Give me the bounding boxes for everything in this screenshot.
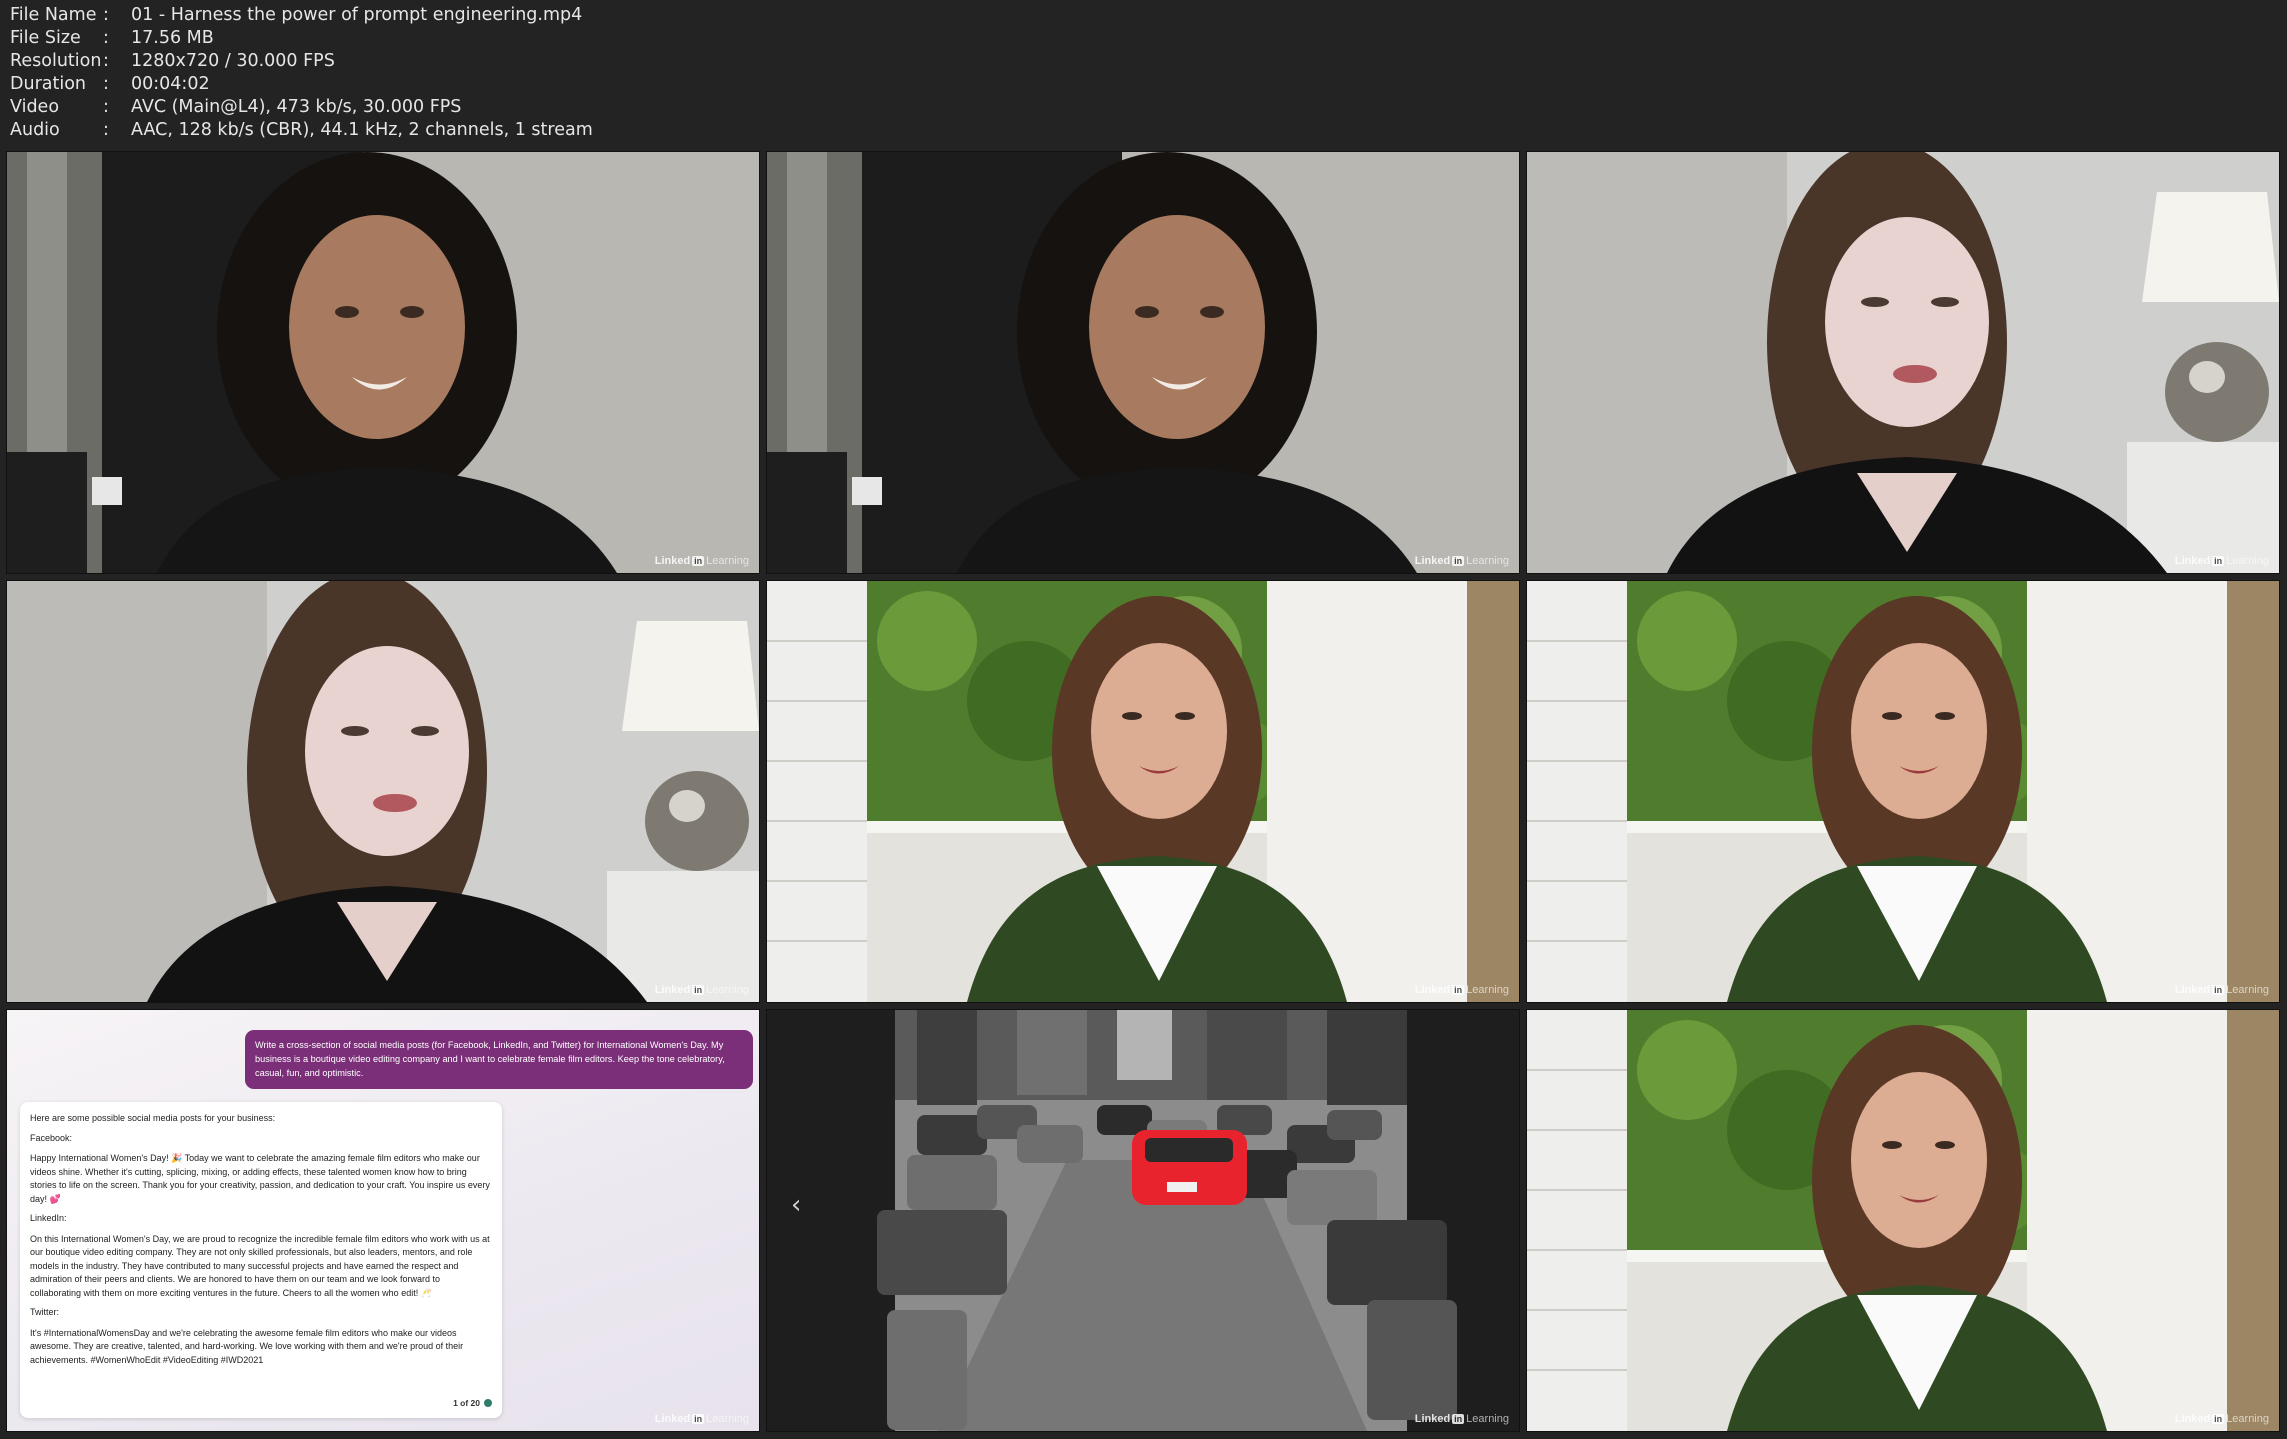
twitter-heading: Twitter:	[30, 1307, 60, 1317]
linkedin-logo-icon: in	[2212, 556, 2225, 566]
facebook-post: Happy International Women's Day! 🎉 Today…	[30, 1153, 490, 1204]
watermark-linked: Linked	[2174, 984, 2211, 996]
info-key: Duration	[10, 74, 87, 94]
watermark-linked: Linked	[1414, 984, 1451, 996]
info-key: Audio	[10, 120, 60, 140]
thumbnail-3[interactable]: Linked in Learning	[1526, 151, 2280, 574]
linkedin-learning-watermark: Linked in Learning	[1415, 984, 1509, 996]
video-frame	[767, 152, 1519, 573]
info-row: Resolution: 1280x720 / 30.000 FPS	[10, 50, 593, 73]
linkedin-learning-watermark: Linked in Learning	[655, 1413, 749, 1425]
linkedin-logo-icon: in	[1452, 556, 1465, 566]
info-value: 1280x720 / 30.000 FPS	[131, 51, 335, 71]
info-key: File Size	[10, 28, 81, 48]
watermark-linked: Linked	[654, 984, 691, 996]
thumbnail-7-chat[interactable]: Write a cross-section of social media po…	[6, 1009, 760, 1432]
watermark-learning: Learning	[2226, 984, 2269, 996]
response-pager[interactable]: 1 of 20	[453, 1397, 492, 1411]
thumbnail-9[interactable]: Linked in Learning	[1526, 1009, 2280, 1432]
linkedin-learning-watermark: Linked in Learning	[655, 555, 749, 567]
video-frame	[1527, 152, 2279, 573]
watermark-linked: Linked	[2174, 1413, 2211, 1425]
info-separator: :	[103, 97, 109, 117]
watermark-learning: Learning	[1466, 1413, 1509, 1425]
linkedin-logo-icon: in	[692, 1414, 705, 1424]
watermark-learning: Learning	[1466, 984, 1509, 996]
linkedin-learning-watermark: Linked in Learning	[2175, 555, 2269, 567]
twitter-post: It's #InternationalWomensDay and we're c…	[30, 1327, 464, 1365]
video-frame	[767, 581, 1519, 1002]
linkedin-logo-icon: in	[2212, 1414, 2225, 1424]
video-frame	[1527, 1010, 2279, 1431]
info-separator: :	[103, 5, 109, 25]
info-separator: :	[103, 74, 109, 94]
watermark-learning: Learning	[2226, 1413, 2269, 1425]
status-dot-icon	[484, 1399, 492, 1408]
info-row: Video: AVC (Main@L4), 473 kb/s, 30.000 FP…	[10, 96, 593, 119]
thumbnail-4[interactable]: Linked in Learning	[6, 580, 760, 1003]
watermark-linked: Linked	[654, 555, 691, 567]
pager-label: 1 of 20	[453, 1397, 480, 1408]
linkedin-learning-watermark: Linked in Learning	[655, 984, 749, 996]
video-frame	[767, 1010, 1519, 1431]
linkedin-logo-icon: in	[692, 556, 705, 566]
info-row: Duration: 00:04:02	[10, 73, 593, 96]
linkedin-post: On this International Women's Day, we ar…	[30, 1233, 490, 1298]
answer-intro: Here are some possible social media post…	[30, 1113, 276, 1123]
linkedin-learning-watermark: Linked in Learning	[1415, 555, 1509, 567]
watermark-linked: Linked	[1414, 1413, 1451, 1425]
info-value: AAC, 128 kb/s (CBR), 44.1 kHz, 2 channel…	[131, 120, 593, 140]
chevron-left-icon[interactable]: ‹	[791, 1190, 801, 1220]
linkedin-learning-watermark: Linked in Learning	[2175, 1413, 2269, 1425]
watermark-learning: Learning	[2226, 555, 2269, 567]
watermark-learning: Learning	[706, 984, 749, 996]
video-frame	[7, 152, 759, 573]
file-info-panel: File Name: 01 - Harness the power of prom…	[10, 4, 593, 142]
linkedin-learning-watermark: Linked in Learning	[1415, 1413, 1509, 1425]
watermark-linked: Linked	[654, 1413, 691, 1425]
info-key: Resolution	[10, 51, 102, 71]
video-frame	[7, 581, 759, 1002]
info-key: Video	[10, 97, 60, 117]
info-row: File Size: 17.56 MB	[10, 27, 593, 50]
linkedin-logo-icon: in	[1452, 985, 1465, 995]
prompt-bubble: Write a cross-section of social media po…	[245, 1030, 753, 1089]
watermark-learning: Learning	[706, 555, 749, 567]
info-value: 01 - Harness the power of prompt enginee…	[131, 5, 583, 25]
thumbnail-2[interactable]: Linked in Learning	[766, 151, 1520, 574]
watermark-linked: Linked	[2174, 555, 2211, 567]
thumbnail-6[interactable]: Linked in Learning	[1526, 580, 2280, 1003]
linkedin-heading: LinkedIn:	[30, 1213, 67, 1223]
info-separator: :	[103, 120, 109, 140]
info-row: Audio: AAC, 128 kb/s (CBR), 44.1 kHz, 2 c…	[10, 119, 593, 142]
facebook-heading: Facebook:	[30, 1132, 73, 1143]
info-separator: :	[103, 51, 109, 71]
thumbnail-8-street[interactable]: Linked in Learning ‹	[766, 1009, 1520, 1432]
watermark-learning: Learning	[706, 1413, 749, 1425]
info-separator: :	[103, 28, 109, 48]
answer-card: Here are some possible social media post…	[20, 1102, 502, 1418]
info-value: 17.56 MB	[131, 28, 214, 48]
watermark-learning: Learning	[1466, 555, 1509, 567]
info-value: AVC (Main@L4), 473 kb/s, 30.000 FPS	[131, 97, 462, 117]
linkedin-logo-icon: in	[1452, 1414, 1465, 1424]
linkedin-logo-icon: in	[692, 985, 705, 995]
info-key: File Name	[10, 5, 97, 25]
thumbnail-5[interactable]: Linked in Learning	[766, 580, 1520, 1003]
info-row: File Name: 01 - Harness the power of prom…	[10, 4, 593, 27]
linkedin-logo-icon: in	[2212, 985, 2225, 995]
info-value: 00:04:02	[131, 74, 210, 94]
watermark-linked: Linked	[1414, 555, 1451, 567]
thumbnail-1[interactable]: Linked in Learning	[6, 151, 760, 574]
linkedin-learning-watermark: Linked in Learning	[2175, 984, 2269, 996]
video-frame	[1527, 581, 2279, 1002]
